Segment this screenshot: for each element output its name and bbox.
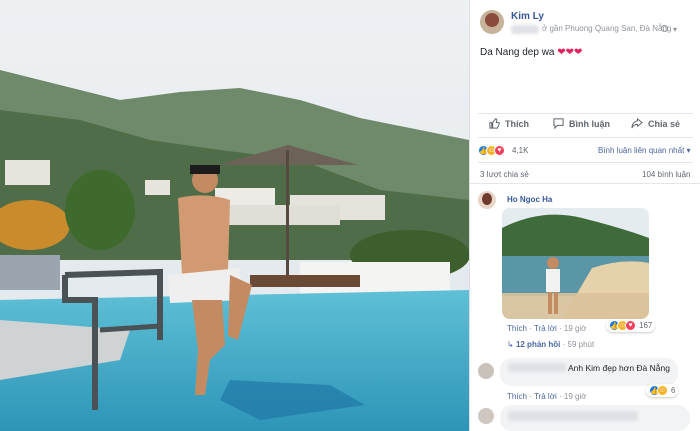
author-name[interactable]: Kim Ly (511, 11, 544, 22)
post-detail-panel: Kim Ly ở gần Phuong Quang San, Đà Nẵng ▾… (469, 0, 700, 431)
share-arrow-icon (631, 118, 643, 129)
like-label: Thích (505, 118, 529, 129)
caret-down-icon: ▾ (686, 146, 691, 155)
post-text: Da Nang dep wa ❤❤❤ (480, 47, 582, 58)
replies-row[interactable]: ↳ 12 phản hồi · 59 phút (507, 340, 594, 349)
comment-time[interactable]: 19 giờ (564, 392, 587, 401)
facebook-photo-viewer: Kim Ly ở gần Phuong Quang San, Đà Nẵng ▾… (0, 0, 700, 431)
speech-bubble-icon (553, 118, 564, 129)
comment-reactions[interactable]: 👍 ☺ 6 (646, 384, 679, 397)
avatar-face (482, 193, 492, 205)
thumbs-up-icon (489, 118, 500, 129)
commenter-avatar[interactable] (478, 191, 496, 209)
commenter-avatar[interactable] (478, 363, 494, 379)
comment-text-blurred (508, 411, 638, 421)
comment-reaction-count: 6 (671, 386, 676, 395)
divider (470, 183, 700, 184)
pool-photo-illustration (0, 0, 469, 431)
comment-reaction-count: 167 (639, 321, 653, 330)
comment-reactions[interactable]: 👍 ☺ ♥ 167 (606, 319, 656, 332)
post-location[interactable]: ở gần Phuong Quang San, Đà Nẵng (542, 24, 671, 33)
reaction-count[interactable]: 4,1K (512, 146, 528, 155)
heart-emojis: ❤❤❤ (557, 47, 583, 58)
comment-time[interactable]: 19 giờ (564, 324, 587, 333)
post-time-blurred (511, 25, 539, 34)
replies-time: 59 phút (567, 340, 595, 349)
share-button[interactable]: Chia sẻ (631, 118, 680, 129)
separator-dot: · (529, 324, 532, 333)
comment-text: Anh Kim đẹp hơn Đà Nẵng (568, 363, 670, 373)
separator-dot: · (558, 392, 562, 401)
comment-button[interactable]: Bình luận (553, 118, 610, 129)
avatar-face (485, 13, 499, 27)
comment-reply-link[interactable]: Trả lời (534, 324, 557, 333)
share-label: Chia sẻ (648, 118, 681, 129)
comment-sort-label: Bình luận liên quan nhất (598, 146, 685, 155)
comment-like-link[interactable]: Thích (507, 324, 527, 333)
comment-count[interactable]: 104 bình luận (642, 170, 691, 179)
beach-photo-illustration (502, 208, 649, 319)
reply-arrow-icon: ↳ (507, 340, 514, 349)
comment-like-link[interactable]: Thích (507, 392, 527, 401)
comment-actions: Thích · Trả lời · 19 giờ (507, 324, 586, 333)
globe-icon (661, 25, 668, 32)
chevron-down-icon[interactable]: ▾ (673, 25, 677, 34)
comment-photo[interactable] (502, 208, 649, 319)
share-count[interactable]: 3 lượt chia sẻ (480, 170, 529, 179)
love-reaction-icon: ♥ (494, 145, 505, 156)
post-photo[interactable] (0, 0, 469, 431)
comment-sort-dropdown[interactable]: Bình luận liên quan nhất ▾ (598, 146, 691, 155)
like-button[interactable]: Thích (489, 118, 529, 129)
replies-link[interactable]: 12 phản hồi (516, 340, 560, 349)
haha-reaction-icon: ☺ (657, 385, 668, 396)
divider (478, 162, 693, 163)
separator-dot: · (529, 392, 532, 401)
post-caption: Da Nang dep wa (480, 47, 555, 58)
comment-label: Bình luận (569, 118, 610, 129)
reaction-icons[interactable]: 👍 ☺ ♥ (478, 145, 505, 156)
author-avatar[interactable] (480, 10, 504, 34)
love-reaction-icon: ♥ (625, 320, 636, 331)
separator-dot: · (558, 324, 562, 333)
separator-dot: · (562, 340, 566, 349)
comment-actions: Thích · Trả lời · 19 giờ (507, 392, 586, 401)
comment-reply-link[interactable]: Trả lời (534, 392, 557, 401)
comment-author[interactable]: Ho Ngoc Ha (507, 195, 552, 204)
divider (478, 113, 693, 114)
divider (478, 137, 693, 138)
commenter-avatar[interactable] (478, 408, 494, 424)
